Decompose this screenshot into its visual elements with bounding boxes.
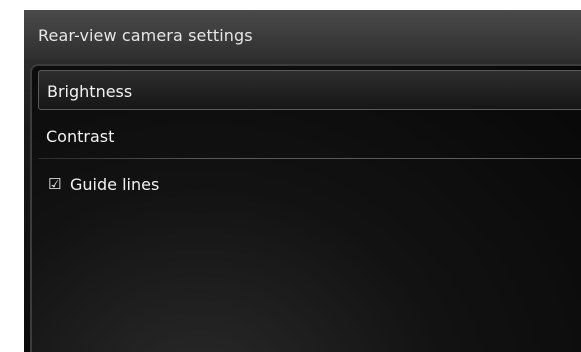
settings-menu-panel: Brightness Contrast ☑ Guide lines (30, 64, 581, 352)
camera-settings-screen: Rear-view camera settings Brightness Con… (24, 10, 581, 352)
menu-item-guide-lines[interactable]: ☑ Guide lines (38, 164, 581, 204)
menu-item-label: Brightness (47, 82, 133, 101)
menu-item-label: Guide lines (70, 175, 160, 194)
menu-item-contrast[interactable]: Contrast (38, 116, 581, 156)
checkbox-checked-icon[interactable]: ☑ (48, 175, 61, 193)
menu-item-brightness[interactable]: Brightness (38, 70, 581, 110)
header-bar: Rear-view camera settings (24, 10, 581, 60)
menu-divider (38, 158, 581, 159)
menu-item-label: Contrast (46, 127, 115, 146)
page-title: Rear-view camera settings (38, 26, 253, 45)
